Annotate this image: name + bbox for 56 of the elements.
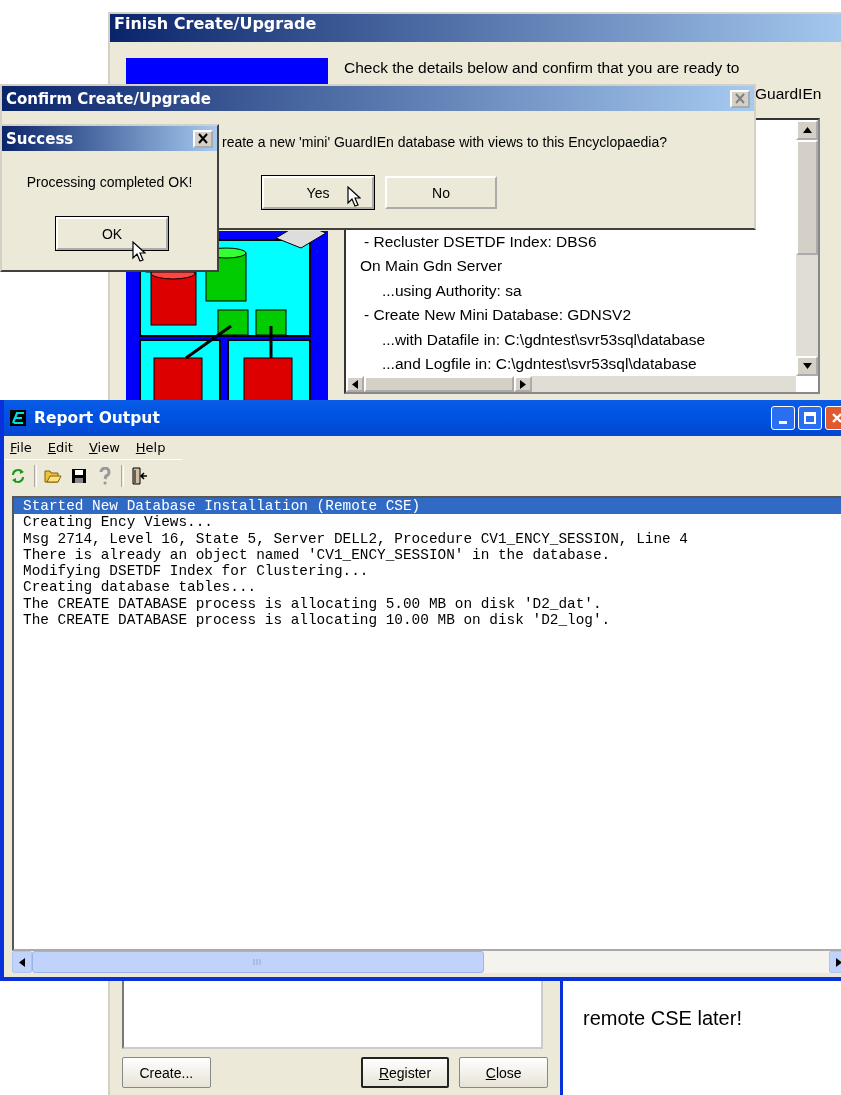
report-line: Creating Ency Views... — [22, 514, 214, 531]
minimize-icon — [779, 420, 787, 424]
instruction-text: GuardIEn — [755, 84, 822, 104]
menu-item[interactable]: Help — [135, 440, 166, 455]
dialog-button[interactable]: No — [385, 176, 497, 209]
report-line: Modifying DSETDF Index for Clustering... — [22, 563, 370, 580]
menu-item[interactable]: View — [88, 440, 120, 455]
detail-text: - Recluster DSETDF Index: DBS6 — [363, 232, 597, 252]
arrow-left-icon — [19, 957, 25, 967]
close-icon — [734, 93, 746, 104]
report-line: The CREATE DATABASE process is allocating 5.00 MB on disk 'D2_dat'. — [22, 595, 603, 613]
menu-item[interactable]: File — [10, 440, 32, 455]
arrow-down-icon — [802, 363, 812, 369]
detail-text: ...with Datafile in: C:\gdntest\svr53sql\database — [381, 329, 706, 350]
scroll-left-button[interactable] — [12, 951, 32, 973]
vertical-scrollbar[interactable] — [796, 120, 818, 376]
detail-text: ...using Authority: sa — [381, 280, 522, 301]
dialog-button[interactable]: OK — [56, 217, 168, 250]
report-line: Creating database tables... — [22, 579, 258, 596]
dialog-button[interactable]: Yes — [262, 176, 374, 209]
cursor-icon — [132, 241, 146, 263]
arrow-up-icon — [802, 127, 812, 133]
arrow-right-icon — [520, 379, 526, 389]
close-icon — [197, 133, 209, 144]
window-title: Confirm Create/Upgrade — [6, 89, 211, 108]
close-button[interactable] — [193, 129, 213, 148]
app-icon — [10, 410, 26, 426]
cursor-icon — [347, 186, 361, 208]
scroll-down-button[interactable] — [796, 356, 818, 376]
arrow-right-icon — [836, 957, 841, 967]
scroll-thumb[interactable] — [32, 951, 484, 973]
close-icon — [831, 412, 841, 424]
note-text: remote CSE later! — [583, 1007, 742, 1030]
maximize-icon — [804, 412, 816, 424]
arrow-left-icon — [352, 379, 358, 389]
exit-icon[interactable] — [130, 465, 150, 487]
instruction-text: Check the details below and confirm that you are ready to — [344, 58, 741, 78]
detail-text: ...and Logfile in: C:\gdntest\svr53sql\database — [381, 354, 697, 375]
window-title: Finish Create/Upgrade — [110, 14, 841, 42]
message-text: Processing completed OK! — [25, 173, 194, 190]
window-title: Report Output — [34, 409, 160, 427]
scroll-up-button[interactable] — [796, 120, 818, 140]
detail-text: On Main Gdn Server — [360, 256, 503, 277]
menu-item[interactable]: Edit — [47, 440, 73, 455]
detail-text: - Create New Mini Database: GDNSV2 — [363, 305, 632, 326]
report-line: The CREATE DATABASE process is allocating 10.00 MB on disk 'D2_log'. — [22, 612, 612, 629]
report-line: There is already an object named 'CV1_ENCY_SESSION' in the database. — [22, 546, 612, 564]
dialog-button[interactable]: Register — [360, 1057, 450, 1088]
report-line: Msg 2714, Level 16, State 5, Server DELL2, Procedure CV1_ENCY_SESSION, Line 4 — [22, 530, 689, 547]
maximize-button[interactable] — [798, 406, 822, 430]
dialog-button[interactable]: Close — [459, 1057, 548, 1088]
question-text: reate a new 'mini' GuardIEn database with views to this Encyclopaedia? — [222, 134, 668, 150]
minimize-button[interactable] — [771, 406, 795, 430]
window-title: Success — [6, 129, 74, 148]
dialog-button[interactable]: Create... — [122, 1057, 211, 1088]
horizontal-scrollbar[interactable] — [12, 951, 841, 973]
